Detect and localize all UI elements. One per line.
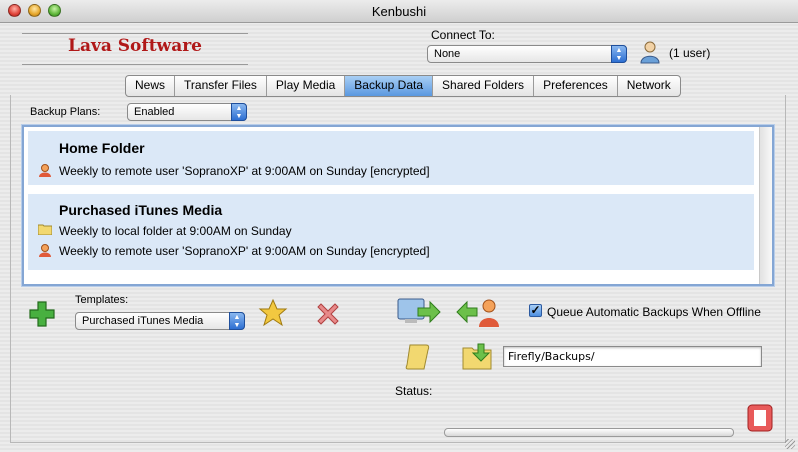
title-bar: Kenbushi bbox=[0, 0, 798, 23]
folder-icon bbox=[37, 223, 53, 238]
logo-divider-bottom bbox=[22, 64, 248, 65]
backup-to-remote-button[interactable] bbox=[396, 296, 442, 328]
tab-news[interactable]: News bbox=[126, 76, 174, 96]
delete-template-button[interactable] bbox=[314, 300, 342, 328]
chevron-updown-icon: ▲ ▼ bbox=[611, 45, 627, 63]
add-plan-button[interactable] bbox=[28, 300, 56, 328]
chevron-updown-icon: ▲ ▼ bbox=[229, 312, 245, 330]
backup-path-field[interactable]: Firefly/Backups/ bbox=[503, 346, 762, 367]
folder-download-icon bbox=[462, 343, 492, 370]
templates-select[interactable]: Purchased iTunes Media ▲ ▼ bbox=[75, 312, 245, 330]
plan-item[interactable]: Purchased iTunes Media Weekly to local f… bbox=[28, 194, 754, 270]
backup-plans-list[interactable]: Home Folder Weekly to remote user 'Sopra… bbox=[22, 125, 774, 286]
computer-arrow-icon bbox=[397, 298, 441, 324]
plus-icon bbox=[29, 301, 55, 327]
delete-x-icon bbox=[317, 303, 339, 325]
chevron-updown-icon: ▲ ▼ bbox=[231, 103, 247, 121]
scroll-icon bbox=[405, 344, 430, 370]
window-title: Kenbushi bbox=[371, 4, 427, 19]
status-label: Status: bbox=[395, 384, 433, 398]
script-button[interactable] bbox=[404, 342, 432, 372]
plan-entry-text: Weekly to remote user 'SopranoXP' at 9:0… bbox=[59, 244, 430, 258]
user-icon bbox=[639, 40, 661, 64]
tab-preferences[interactable]: Preferences bbox=[533, 76, 617, 96]
tab-bar: News Transfer Files Play Media Backup Da… bbox=[125, 75, 681, 97]
remote-user-icon bbox=[38, 243, 52, 260]
tab-transfer-files[interactable]: Transfer Files bbox=[174, 76, 266, 96]
stop-button[interactable] bbox=[746, 403, 774, 433]
queue-backups-label: Queue Automatic Backups When Offline bbox=[547, 305, 761, 319]
user-arrow-icon bbox=[456, 299, 499, 327]
backup-progress-bar bbox=[444, 428, 734, 437]
tab-network[interactable]: Network bbox=[616, 76, 680, 96]
queue-backups-checkbox[interactable]: ✓ bbox=[529, 304, 542, 317]
save-template-button[interactable] bbox=[258, 298, 288, 328]
brand-logo: Lava Software bbox=[68, 36, 202, 56]
star-icon bbox=[258, 298, 288, 327]
resize-grip[interactable] bbox=[785, 439, 795, 449]
backup-plans-select[interactable]: Enabled ▲ ▼ bbox=[127, 103, 247, 121]
connect-to-value: None bbox=[434, 48, 461, 60]
tab-backup-data[interactable]: Backup Data bbox=[344, 76, 433, 96]
backup-plans-label: Backup Plans: bbox=[30, 106, 101, 118]
remote-user-icon bbox=[38, 163, 52, 180]
connect-to-label: Connect To: bbox=[431, 28, 495, 42]
connect-to-select[interactable]: None ▲ ▼ bbox=[427, 45, 627, 63]
backup-plans-value: Enabled bbox=[134, 106, 175, 118]
plan-title: Purchased iTunes Media bbox=[59, 202, 223, 218]
plans-scrollbar[interactable] bbox=[759, 127, 772, 284]
plan-title: Home Folder bbox=[59, 140, 145, 156]
stop-icon bbox=[747, 404, 773, 432]
tab-shared-folders[interactable]: Shared Folders bbox=[432, 76, 533, 96]
templates-label: Templates: bbox=[75, 294, 129, 306]
plan-entry-text: Weekly to local folder at 9:00AM on Sund… bbox=[59, 224, 292, 238]
user-count: (1 user) bbox=[669, 46, 711, 60]
templates-value: Purchased iTunes Media bbox=[82, 315, 204, 327]
plan-item[interactable]: Home Folder Weekly to remote user 'Sopra… bbox=[28, 131, 754, 185]
restore-from-remote-button[interactable] bbox=[455, 296, 501, 328]
tab-play-media[interactable]: Play Media bbox=[265, 76, 344, 96]
choose-folder-button[interactable] bbox=[462, 342, 492, 370]
plan-entry-text: Weekly to remote user 'SopranoXP' at 9:0… bbox=[59, 164, 430, 178]
logo-divider-top bbox=[22, 33, 248, 34]
